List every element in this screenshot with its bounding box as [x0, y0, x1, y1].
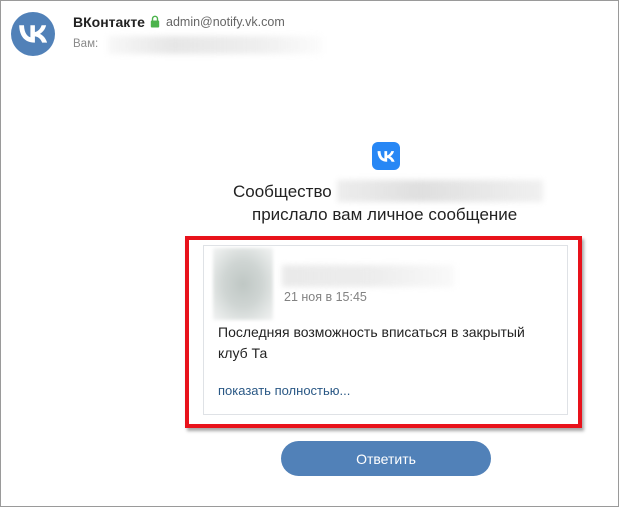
recipient-label: Вам: — [73, 38, 99, 50]
reply-button[interactable]: Ответить — [281, 441, 491, 476]
sender-avatar-vk-logo-icon — [11, 12, 55, 56]
vk-logo-glyph — [377, 150, 395, 162]
community-name-redacted — [337, 180, 543, 202]
sender-email: admin@notify.vk.com — [166, 15, 285, 29]
vk-logo-icon — [372, 142, 400, 170]
headline-prefix: Сообщество — [233, 182, 332, 201]
sender-name: ВКонтакте — [73, 14, 145, 30]
recipient-redacted — [108, 36, 323, 54]
highlight-box — [185, 236, 582, 428]
headline-suffix: прислало вам личное сообщение — [252, 205, 518, 224]
lock-icon — [150, 15, 160, 28]
vk-logo-icon — [19, 25, 47, 43]
